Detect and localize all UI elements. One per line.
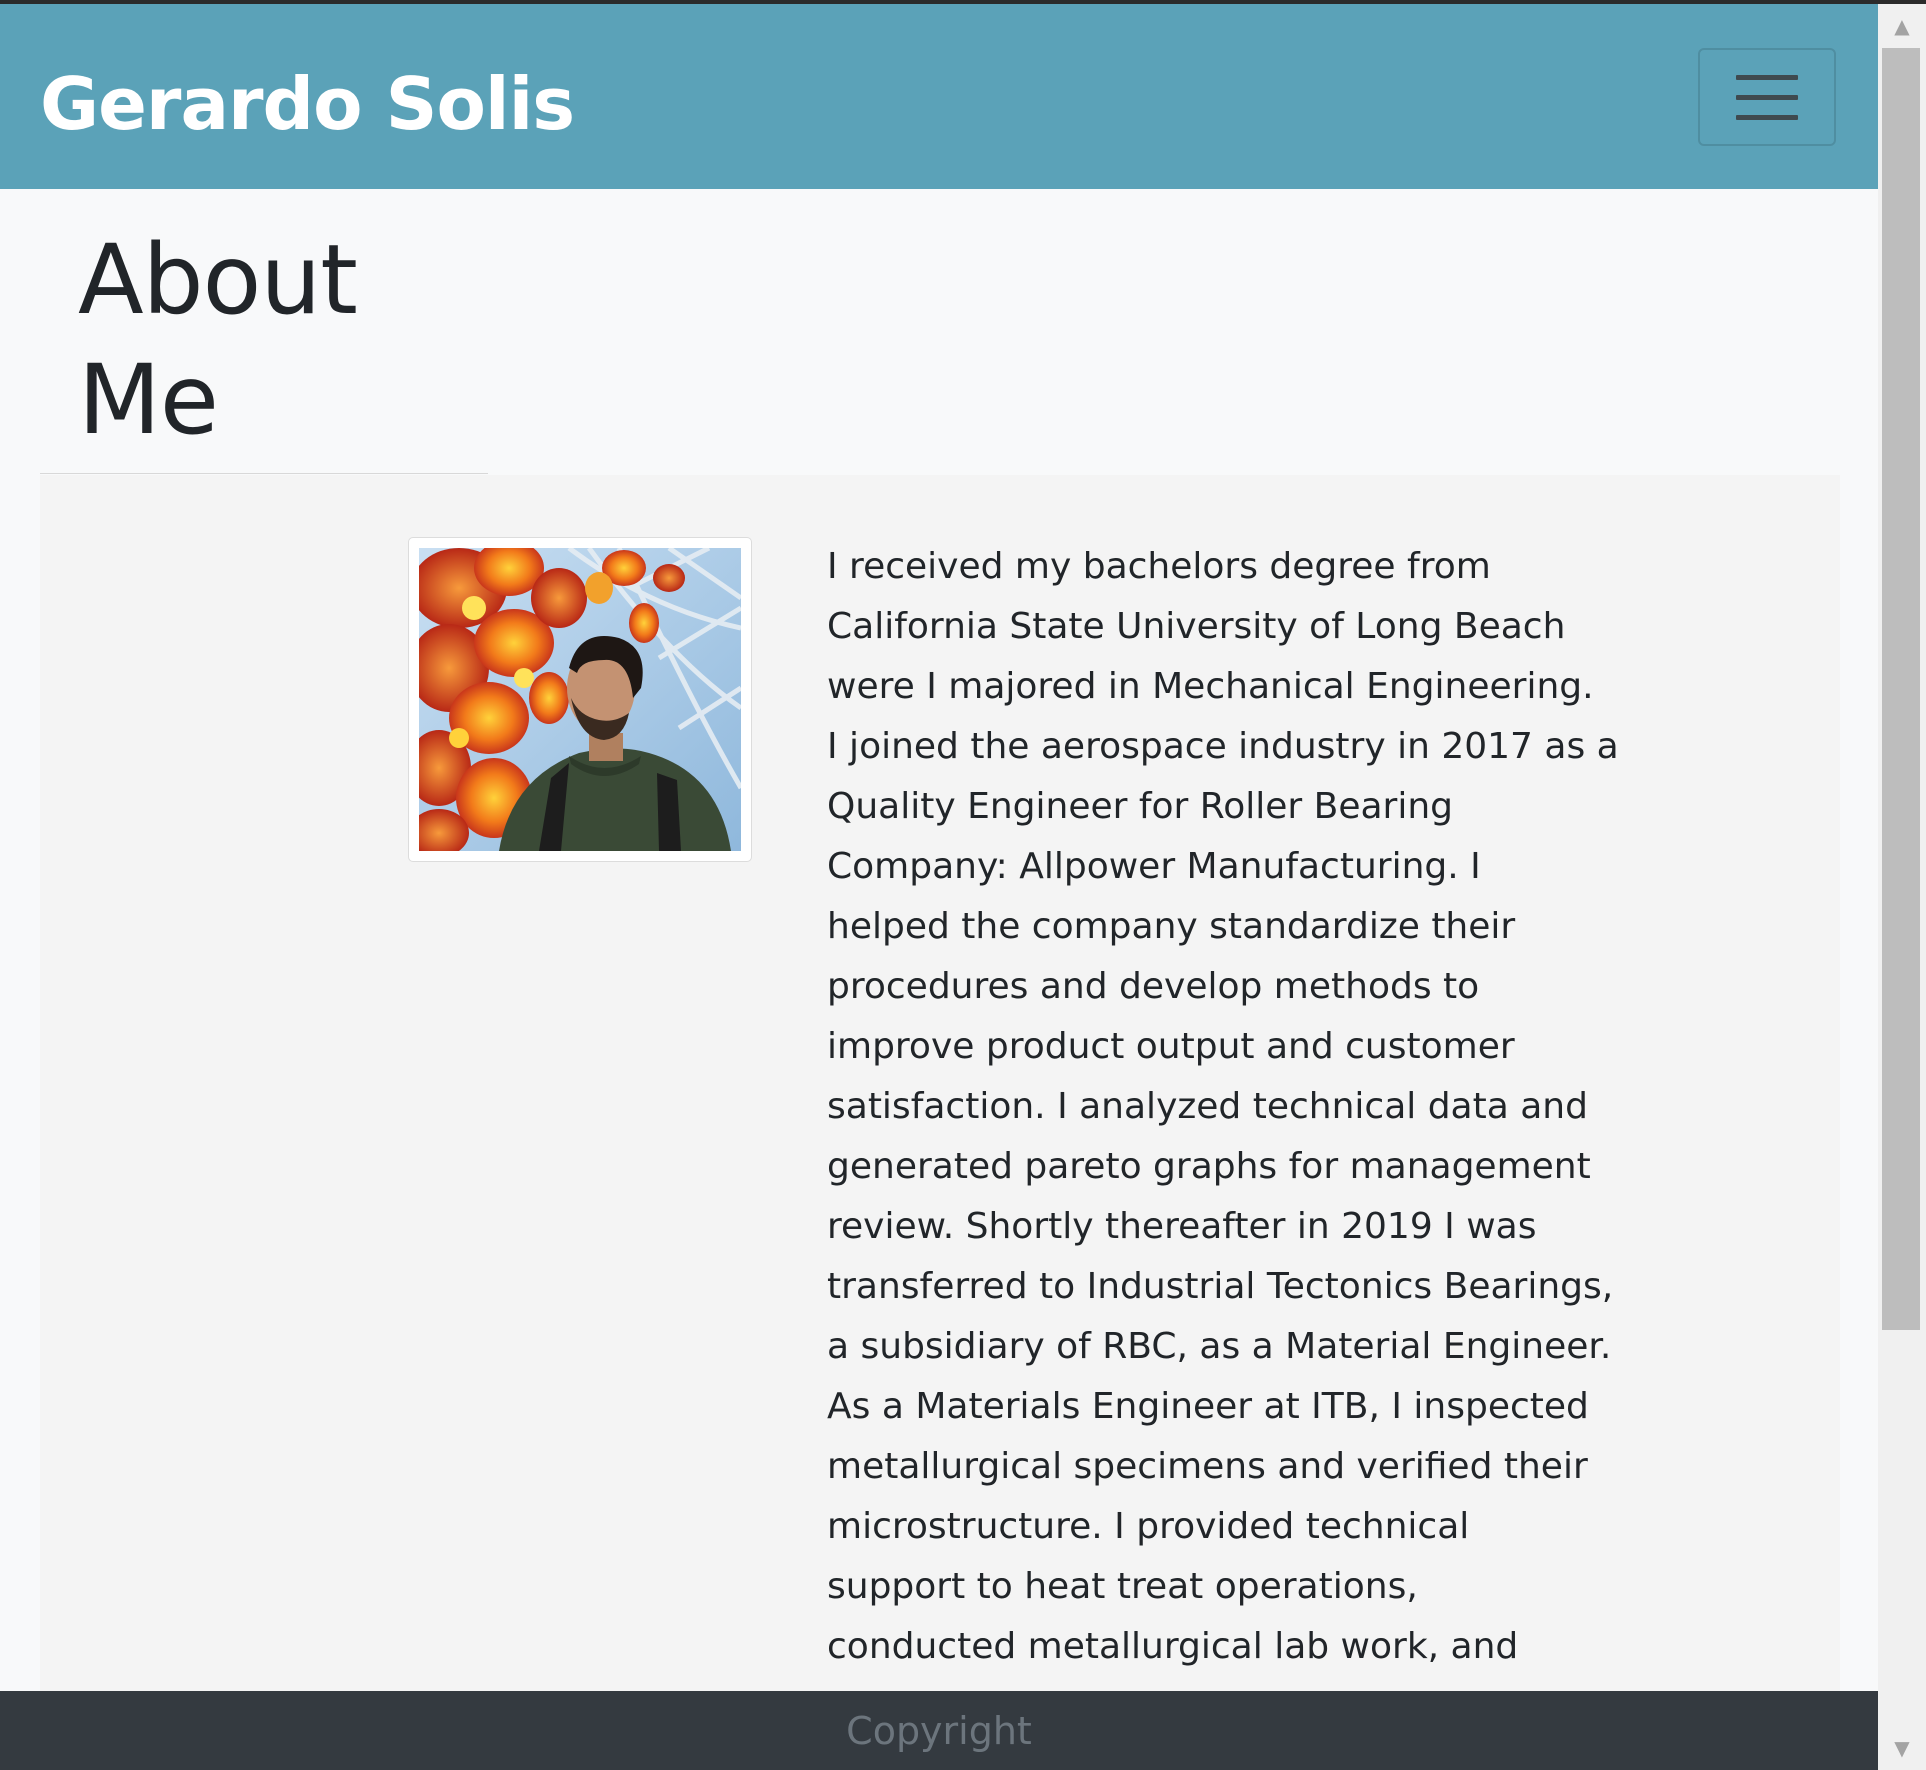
heading-divider: [40, 473, 488, 474]
navbar-brand[interactable]: Gerardo Solis: [40, 60, 575, 148]
page-title-line2: Me: [78, 344, 219, 456]
profile-photo-frame: [408, 537, 752, 862]
hamburger-menu-icon: [1736, 73, 1798, 121]
profile-photo: [419, 548, 741, 851]
navbar: Gerardo Solis: [0, 4, 1878, 189]
scrollbar-thumb[interactable]: [1882, 48, 1920, 1330]
page-viewport: Gerardo Solis About Me I received my bac…: [0, 4, 1878, 1770]
scroll-up-arrow-icon[interactable]: ▲: [1878, 4, 1926, 48]
about-section: I received my bachelors degree from Cali…: [40, 475, 1840, 1770]
vertical-scrollbar[interactable]: ▲ ▼: [1878, 4, 1926, 1770]
page-title: About Me: [78, 220, 478, 460]
footer: Copyright: [0, 1691, 1878, 1770]
page-title-line1: About: [78, 224, 358, 336]
bio-text: I received my bachelors degree from Cali…: [827, 546, 1619, 1667]
scroll-down-arrow-icon[interactable]: ▼: [1878, 1726, 1926, 1770]
browser-window: Gerardo Solis About Me I received my bac…: [0, 0, 1926, 1770]
footer-copyright: Copyright: [846, 1708, 1032, 1753]
navbar-toggle-button[interactable]: [1698, 48, 1836, 146]
